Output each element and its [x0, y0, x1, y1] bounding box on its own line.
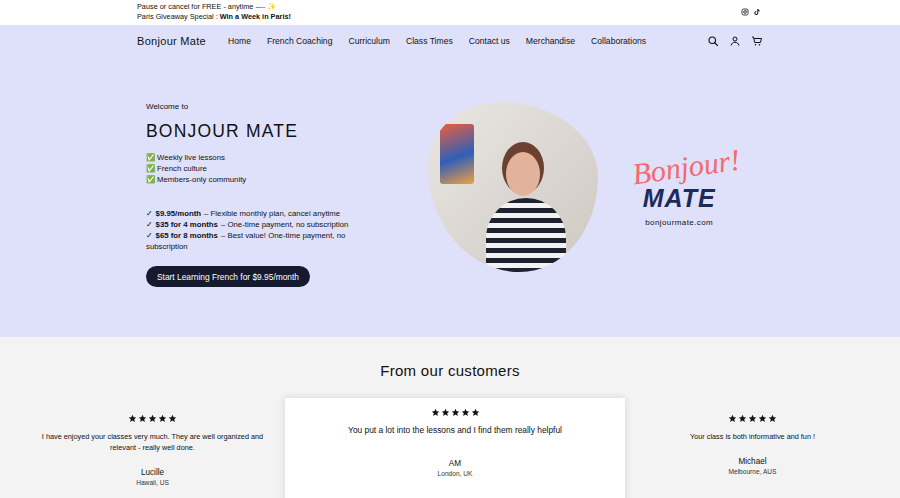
- testimonial-author: AM: [299, 458, 611, 469]
- testimonial-text: I have enjoyed your classes very much. T…: [34, 431, 271, 453]
- logo[interactable]: Bonjour Mate: [137, 35, 206, 47]
- star-icon: [728, 414, 737, 423]
- testimonial-card[interactable]: Your class is both informative and fun !…: [625, 402, 880, 498]
- teacher-photo: [428, 102, 598, 272]
- hero-content: Welcome to BONJOUR MATE ✅Weekly live lesso…: [137, 102, 368, 287]
- testimonial-text: Your class is both informative and fun !: [639, 431, 866, 442]
- announcement-text: Pause or cancel for FREE - anytime ---- …: [137, 2, 291, 22]
- star-icon: [738, 414, 747, 423]
- star-rating: [34, 414, 271, 423]
- main-menu: Home French Coaching Curriculum Class Times…: [228, 36, 707, 46]
- feature-item: ✅Weekly live lessons: [146, 152, 368, 163]
- plan-list: ✓$9.95/month– Flexible monthly plan, can…: [146, 208, 368, 252]
- header-icons: [707, 35, 763, 47]
- menu-item[interactable]: Merchandise: [526, 36, 575, 46]
- star-icon: [441, 408, 450, 417]
- hero-title: BONJOUR MATE: [146, 120, 368, 142]
- star-icon: [148, 414, 157, 423]
- menu-item[interactable]: Collaborations: [591, 36, 646, 46]
- brand-logo: Bonjour!MATEbonjourmate.com: [618, 146, 740, 227]
- hero-visual: Bonjour!MATEbonjourmate.com: [428, 86, 740, 287]
- cart-icon[interactable]: [751, 35, 763, 47]
- start-learning-button[interactable]: Start Learning French for $9.95/month: [146, 266, 310, 287]
- star-icon: [451, 408, 460, 417]
- check-icon: ✅: [146, 174, 155, 185]
- star-icon: [158, 414, 167, 423]
- plan-item: ✓$65 for 8 months– Best value! One-time …: [146, 230, 368, 252]
- menu-item[interactable]: Curriculum: [348, 36, 390, 46]
- hero: Welcome to BONJOUR MATE ✅Weekly live lesso…: [0, 56, 900, 337]
- brand-url: bonjourmate.com: [645, 218, 713, 227]
- star-icon: [128, 414, 137, 423]
- testimonial-card[interactable]: You put a lot into the lessons and I fin…: [285, 398, 625, 498]
- account-icon[interactable]: [729, 35, 741, 47]
- check-icon: ✅: [146, 152, 155, 163]
- testimonial-location: Hawaii, US: [34, 478, 271, 488]
- check-icon: ✅: [146, 163, 155, 174]
- search-icon[interactable]: [707, 35, 719, 47]
- feature-list: ✅Weekly live lessons✅French culture✅Memb…: [146, 152, 368, 185]
- plan-item: ✓$9.95/month– Flexible monthly plan, can…: [146, 208, 368, 219]
- star-rating: [299, 408, 611, 417]
- instagram-icon[interactable]: [741, 8, 749, 16]
- star-icon: [748, 414, 757, 423]
- page: Pause or cancel for FREE - anytime ---- …: [0, 0, 900, 498]
- hero-eyebrow: Welcome to: [146, 102, 368, 112]
- social-links: [741, 8, 761, 16]
- menu-item[interactable]: Contact us: [469, 36, 510, 46]
- star-icon: [768, 414, 777, 423]
- star-rating: [639, 414, 866, 423]
- testimonial-author: Lucille: [34, 467, 271, 478]
- testimonial-author: Michael: [639, 456, 866, 467]
- testimonial-location: Melbourne, AUS: [639, 467, 866, 477]
- testimonials-title: From our customers: [0, 362, 900, 380]
- star-icon: [431, 408, 440, 417]
- testimonial-location: London, UK: [299, 469, 611, 479]
- announcement-line[interactable]: Pause or cancel for FREE - anytime ---- …: [137, 2, 291, 12]
- star-icon: [168, 414, 177, 423]
- feature-item: ✅French culture: [146, 163, 368, 174]
- tiktok-icon[interactable]: [753, 8, 761, 16]
- star-icon: [138, 414, 147, 423]
- menu-item[interactable]: Home: [228, 36, 251, 46]
- testimonials: From our customers I have enjoyed your cl…: [0, 337, 900, 498]
- announcement-bar: Pause or cancel for FREE - anytime ---- …: [0, 0, 900, 25]
- testimonial-text: You put a lot into the lessons and I fin…: [299, 425, 611, 436]
- menu-item[interactable]: Class Times: [406, 36, 453, 46]
- header: Bonjour Mate Home French Coaching Curriculu…: [0, 25, 900, 56]
- testimonial-row: I have enjoyed your classes very much. T…: [20, 402, 900, 498]
- announcement-line[interactable]: Paris Giveaway Special : Win a Week in P…: [137, 12, 291, 22]
- star-icon: [758, 414, 767, 423]
- testimonial-card[interactable]: I have enjoyed your classes very much. T…: [20, 402, 285, 498]
- star-icon: [471, 408, 480, 417]
- star-icon: [461, 408, 470, 417]
- plan-item: ✓$35 for 4 months– One-time payment, no …: [146, 219, 368, 230]
- brand-script: Bonjour!: [630, 143, 742, 192]
- feature-item: ✅Members-only community: [146, 174, 368, 185]
- menu-item[interactable]: French Coaching: [267, 36, 332, 46]
